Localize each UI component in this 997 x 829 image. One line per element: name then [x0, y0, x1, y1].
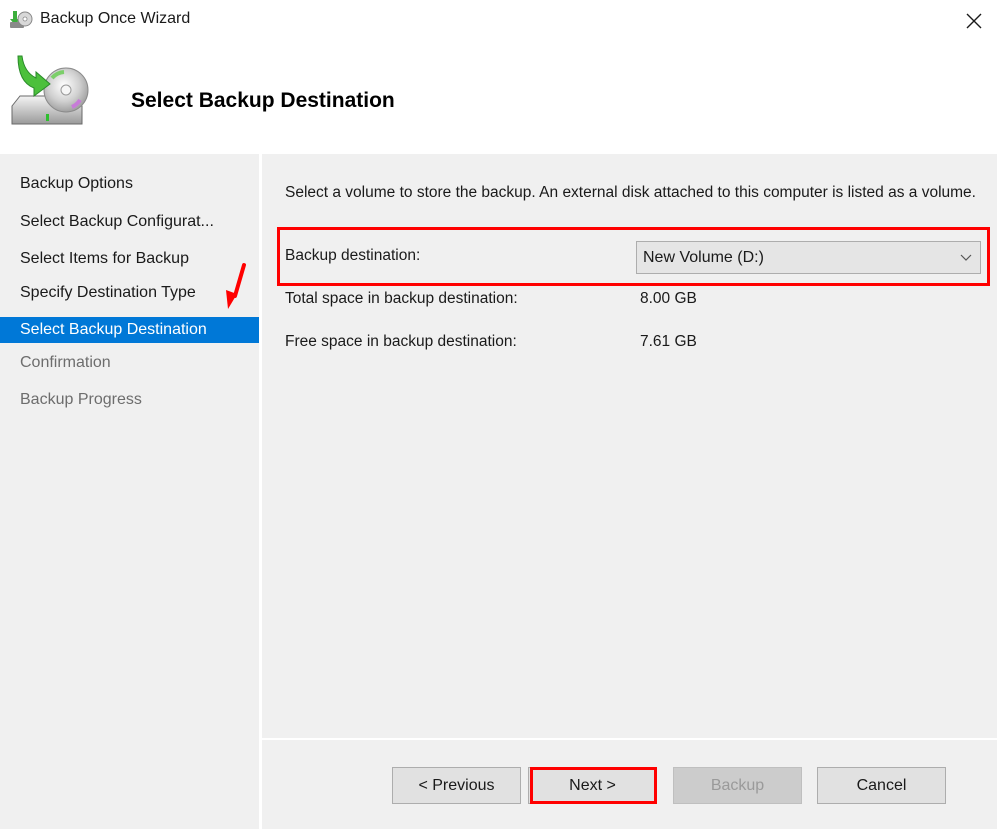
page-title: Select Backup Destination [131, 89, 395, 112]
destination-label: Backup destination: [285, 247, 421, 264]
description-text: Select a volume to store the backup. An … [285, 184, 976, 201]
title-bar: Backup Once Wizard [0, 0, 997, 42]
step-backup-progress: Backup Progress [20, 391, 142, 408]
close-button[interactable] [951, 0, 997, 42]
backup-destination-dropdown[interactable]: New Volume (D:) [636, 241, 981, 274]
window-title: Backup Once Wizard [40, 10, 191, 27]
cancel-button[interactable]: Cancel [817, 767, 946, 804]
backup-disk-icon [8, 10, 34, 30]
chevron-down-icon [960, 242, 972, 273]
wizard-steps-pane: Backup Options Select Backup Configurat.… [0, 154, 259, 829]
step-select-backup-destination[interactable]: Select Backup Destination [0, 317, 259, 343]
free-space-value: 7.61 GB [640, 333, 697, 350]
backup-drive-disc-icon [6, 52, 96, 134]
close-icon [966, 13, 982, 29]
total-space-label: Total space in backup destination: [285, 290, 518, 307]
step-select-backup-configuration[interactable]: Select Backup Configurat... [0, 209, 259, 235]
dropdown-selected-value: New Volume (D:) [643, 249, 764, 266]
next-button[interactable]: Next > [528, 767, 657, 804]
free-space-label: Free space in backup destination: [285, 333, 517, 350]
previous-button[interactable]: < Previous [392, 767, 521, 804]
step-backup-options[interactable]: Backup Options [0, 171, 259, 197]
total-space-value: 8.00 GB [640, 290, 697, 307]
backup-button: Backup [673, 767, 802, 804]
wizard-header: Select Backup Destination [0, 42, 997, 154]
annotation-arrow-icon [226, 263, 246, 309]
step-confirmation: Confirmation [20, 354, 111, 371]
